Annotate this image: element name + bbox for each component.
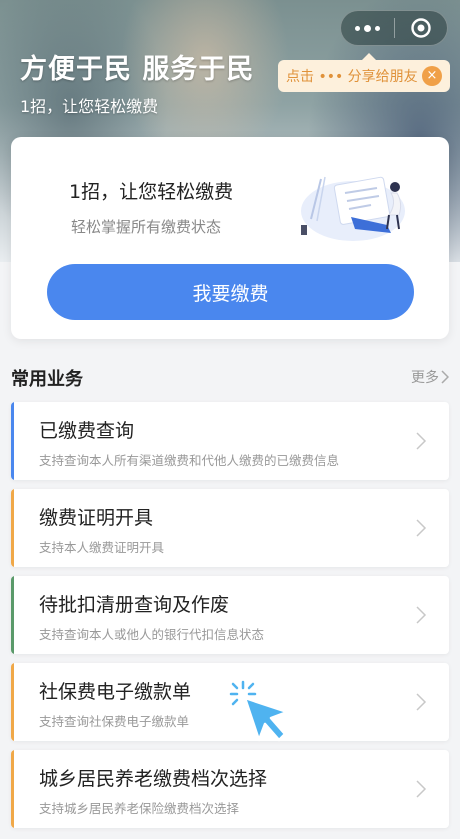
chevron-right-icon [441,370,449,384]
target-icon [411,18,431,38]
list-item-desc: 支持查询本人所有渠道缴费和代他人缴费的已缴费信息 [39,453,340,468]
payment-illustration-icon [301,176,405,241]
list-item-title: 缴费证明开具 [39,507,154,529]
list-item-title: 社保费电子缴款单 [39,681,192,703]
miniprogram-capsule [340,10,448,46]
chevron-right-icon [416,780,427,798]
close-miniprogram-button[interactable] [394,11,447,45]
section-header: 常用业务 更多 [11,362,449,392]
chevron-right-icon [416,519,427,537]
accent-bar [11,663,14,741]
chevron-right-icon [416,432,427,450]
list-item-title: 已缴费查询 [39,420,135,442]
accent-bar [11,750,14,828]
pay-card-title: 1招，让您轻松缴费 [69,181,234,203]
share-tip[interactable]: 点击 ••• 分享给朋友 × [278,53,450,92]
more-link[interactable]: 更多 [411,367,449,387]
list-item-desc: 支持本人缴费证明开具 [39,540,165,555]
accent-bar [11,489,14,567]
accent-bar [11,402,14,480]
tap-cursor-icon [229,680,289,742]
share-tip-text: 点击 ••• 分享给朋友 [286,69,418,85]
more-label: 更多 [411,370,439,386]
list-item-paid-query[interactable]: 已缴费查询 支持查询本人所有渠道缴费和代他人缴费的已缴费信息 [11,402,449,480]
close-icon[interactable]: × [422,66,442,86]
list-item-desc: 支持城乡居民养老保险缴费档次选择 [39,801,240,816]
chevron-right-icon [416,693,427,711]
list-item-pending-deduction[interactable]: 待批扣清册查询及作废 支持查询本人或他人的银行代扣信息状态 [11,576,449,654]
list-item-title: 城乡居民养老缴费档次选择 [39,768,268,790]
hero-title: 方便于民 服务于民 [20,54,255,85]
list-item-title: 待批扣清册查询及作废 [39,594,230,616]
more-dot-icon [363,24,371,32]
chevron-right-icon [416,606,427,624]
hero-subtitle: 1招，让您轻松缴费 [20,97,159,116]
pay-card: 1招，让您轻松缴费 轻松掌握所有缴费状态 我要缴费 [11,137,449,339]
list-item-desc: 支持查询社保费电子缴款单 [39,714,190,729]
more-menu-button[interactable] [341,11,394,45]
more-dot-icon [374,25,380,31]
pay-now-button[interactable]: 我要缴费 [47,264,414,320]
section-title: 常用业务 [11,369,83,390]
pay-card-subtitle: 轻松掌握所有缴费状态 [71,218,222,236]
list-item-pension-grade[interactable]: 城乡居民养老缴费档次选择 支持城乡居民养老保险缴费档次选择 [11,750,449,828]
list-item-payment-certificate[interactable]: 缴费证明开具 支持本人缴费证明开具 [11,489,449,567]
more-dot-icon [354,25,360,31]
accent-bar [11,576,14,654]
list-item-desc: 支持查询本人或他人的银行代扣信息状态 [39,627,265,642]
